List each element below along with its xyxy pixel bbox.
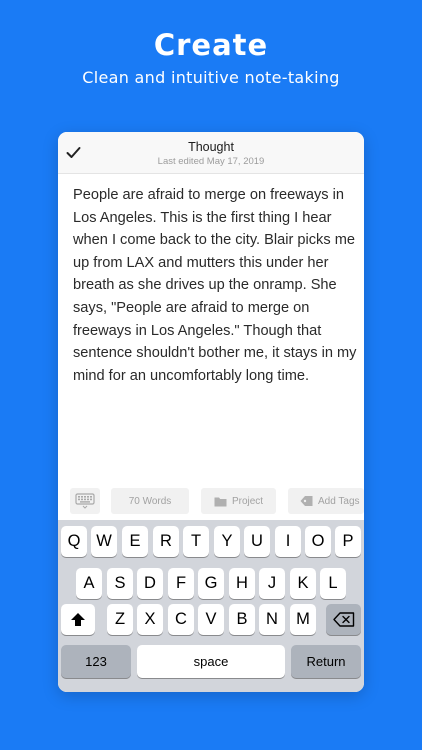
key-n[interactable]: N — [259, 604, 285, 635]
keyboard-toggle-button[interactable] — [70, 488, 100, 514]
nav-bar: Thought Last edited May 17, 2019 — [58, 132, 364, 174]
word-count-label: 70 Words — [128, 495, 172, 507]
project-label: Project — [231, 495, 264, 507]
key-j[interactable]: J — [259, 568, 285, 599]
keyboard: Q W E R T Y U I O P A S D F G H J K L Z … — [58, 520, 364, 692]
key-q[interactable]: Q — [61, 526, 87, 557]
phone-screen: Thought Last edited May 17, 2019 People … — [58, 132, 364, 692]
key-x[interactable]: X — [137, 604, 163, 635]
key-h[interactable]: H — [229, 568, 255, 599]
hero-subtitle: Clean and intuitive note-taking — [82, 68, 340, 87]
last-edited-label: Last edited May 17, 2019 — [157, 156, 265, 167]
key-o[interactable]: O — [305, 526, 331, 557]
delete-key[interactable] — [326, 604, 361, 635]
note-editor[interactable]: People are afraid to merge on freeways i… — [73, 184, 357, 387]
add-tags-button[interactable]: Add Tags — [288, 488, 364, 514]
key-z[interactable]: Z — [107, 604, 133, 635]
key-s[interactable]: S — [107, 568, 133, 599]
add-tags-label: Add Tags — [318, 495, 360, 507]
folder-icon — [214, 497, 227, 506]
word-count-button[interactable]: 70 Words — [111, 488, 189, 514]
shift-icon — [71, 613, 85, 626]
key-k[interactable]: K — [290, 568, 316, 599]
key-v[interactable]: V — [198, 604, 224, 635]
key-d[interactable]: D — [137, 568, 163, 599]
key-p[interactable]: P — [335, 526, 361, 557]
backspace-icon — [332, 612, 354, 627]
key-u[interactable]: U — [244, 526, 270, 557]
key-i[interactable]: I — [275, 526, 301, 557]
tag-icon — [300, 496, 313, 506]
key-g[interactable]: G — [198, 568, 224, 599]
shift-key[interactable] — [61, 604, 95, 635]
key-e[interactable]: E — [122, 526, 148, 557]
key-f[interactable]: F — [168, 568, 194, 599]
space-key[interactable]: space — [137, 645, 285, 678]
numbers-key[interactable]: 123 — [61, 645, 131, 678]
key-y[interactable]: Y — [214, 526, 240, 557]
key-b[interactable]: B — [229, 604, 255, 635]
return-key[interactable]: Return — [291, 645, 361, 678]
editor-toolbar: 70 Words Project Add Tags — [58, 482, 364, 520]
key-t[interactable]: T — [183, 526, 209, 557]
key-m[interactable]: M — [290, 604, 316, 635]
keyboard-icon — [75, 493, 95, 509]
note-title[interactable]: Thought — [58, 140, 364, 154]
key-w[interactable]: W — [91, 526, 117, 557]
hero-title: Create — [153, 28, 269, 62]
project-button[interactable]: Project — [201, 488, 276, 514]
key-a[interactable]: A — [76, 568, 102, 599]
key-c[interactable]: C — [168, 604, 194, 635]
key-l[interactable]: L — [320, 568, 346, 599]
key-r[interactable]: R — [153, 526, 179, 557]
